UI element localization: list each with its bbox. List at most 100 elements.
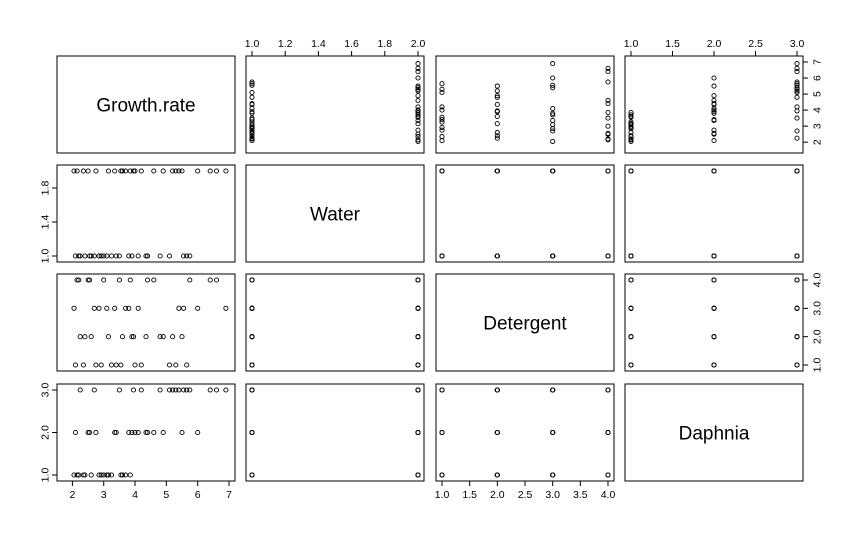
data-point [415, 61, 421, 67]
data-point [249, 305, 255, 311]
data-point [439, 253, 445, 259]
tick-label: 2.0 [411, 38, 426, 50]
data-point [223, 168, 229, 174]
panel-frame [56, 164, 236, 263]
data-point [181, 253, 187, 259]
data-point [415, 429, 421, 436]
data-point [794, 128, 800, 134]
data-point [195, 429, 201, 436]
data-point [439, 168, 445, 174]
data-point [91, 387, 97, 393]
data-point [72, 362, 79, 368]
data-point [207, 387, 213, 393]
data-point [126, 253, 132, 259]
data-point [494, 88, 500, 94]
data-point [494, 387, 500, 393]
tick-label: 4 [132, 489, 138, 501]
data-point [550, 138, 556, 144]
data-point [550, 472, 556, 478]
data-point [439, 127, 445, 133]
tick-label: 3.5 [573, 489, 588, 501]
tick-label: 3.0 [790, 38, 805, 50]
data-point [77, 334, 83, 340]
data-point [711, 138, 717, 144]
tick-label: 1.0 [245, 38, 260, 50]
panel-Detergent-Daphnia [624, 273, 804, 372]
tick-label: 1.0 [435, 489, 450, 501]
data-point [415, 97, 421, 104]
tick-label: 6 [812, 75, 824, 81]
tick-label: 1.6 [344, 38, 359, 50]
data-point [794, 334, 800, 340]
panel-frame [435, 164, 615, 263]
y-axis-Detergent: 1.0 2.0 3.0 4.0 [802, 273, 824, 373]
tick-label: 4.0 [812, 273, 824, 288]
data-point [80, 168, 86, 174]
panel-Daphnia-Detergent [435, 383, 615, 482]
tick-label: 1.0 [812, 358, 824, 373]
tick-label: 1.8 [40, 181, 52, 196]
data-point [415, 334, 421, 340]
tick-label: 7 [812, 59, 824, 65]
data-point [415, 305, 421, 311]
tick-label: 3.0 [40, 383, 52, 398]
data-point [138, 362, 144, 368]
tick-label: 4.0 [601, 489, 616, 501]
data-point [439, 472, 445, 478]
data-point [628, 305, 634, 311]
data-point [113, 362, 119, 368]
tick-label: 5 [812, 91, 824, 97]
data-point [711, 305, 717, 311]
tick-label: 1.5 [462, 489, 477, 501]
data-point [628, 334, 634, 340]
data-point [187, 277, 193, 283]
tick-label: 1.2 [278, 38, 293, 50]
data-point [213, 168, 220, 174]
data-point [176, 305, 182, 311]
data-point [711, 277, 717, 283]
data-point [628, 362, 634, 368]
data-point [127, 472, 133, 478]
tick-label: 2.5 [748, 38, 763, 50]
data-point [605, 472, 611, 478]
tick-label: 3 [101, 489, 107, 501]
data-point [181, 305, 187, 311]
scatterplot-matrix: Growth.rateWaterDetergentDaphnia 1.0 1.2 1… [40, 38, 824, 501]
data-point [494, 472, 500, 478]
data-point [176, 387, 182, 393]
data-point [187, 387, 193, 393]
data-point [494, 168, 500, 174]
data-point [145, 277, 151, 283]
panel-Water-Daphnia [624, 164, 804, 263]
panel-Water-Detergent [435, 164, 615, 263]
data-point [494, 121, 500, 127]
data-point [123, 472, 129, 478]
data-point [223, 387, 229, 393]
data-point [93, 429, 99, 436]
tick-label: 1.0 [624, 38, 639, 50]
data-point [118, 362, 124, 368]
tick-label: 3.0 [545, 489, 560, 501]
data-point [550, 168, 556, 174]
data-point [93, 362, 99, 368]
data-point [88, 334, 94, 340]
data-point [112, 305, 118, 311]
panel-frame [624, 273, 804, 372]
tick-label: 3.0 [812, 301, 824, 316]
data-point [628, 168, 634, 174]
x-axis-Detergent: 1.0 1.5 2.0 2.5 3.0 3.5 4.0 [435, 480, 616, 501]
data-point [213, 277, 220, 283]
tick-label: 2.0 [490, 489, 505, 501]
panel-frame [624, 164, 804, 263]
data-point [91, 305, 97, 311]
data-point [249, 362, 255, 368]
x-axis-Daphnia: 1.0 1.5 2.0 2.5 3.0 [624, 38, 805, 57]
data-point [207, 277, 213, 283]
data-point [249, 472, 255, 478]
data-point [176, 168, 182, 174]
data-point [415, 387, 421, 393]
data-point [605, 253, 611, 259]
data-point [711, 362, 717, 368]
data-point [135, 305, 141, 311]
data-point [132, 362, 138, 368]
